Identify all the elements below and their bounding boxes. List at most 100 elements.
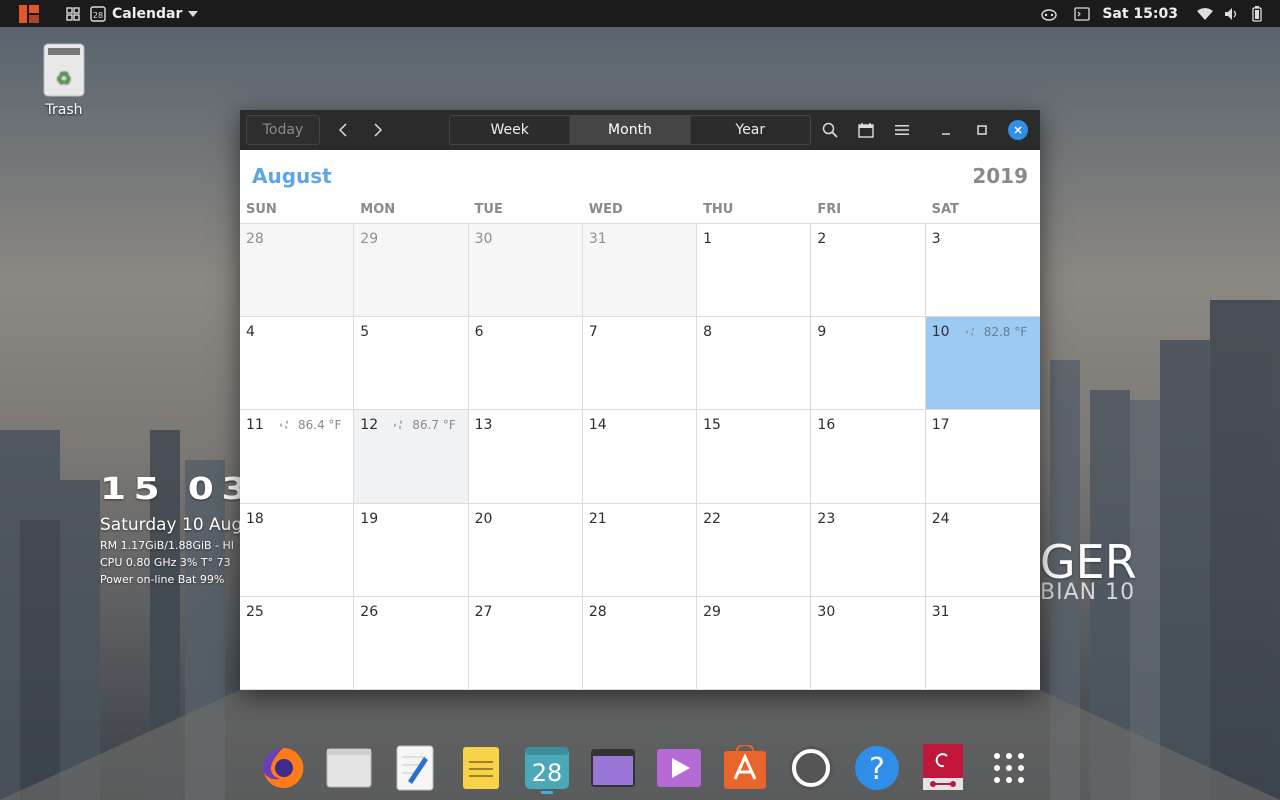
day-number: 27 [474, 603, 493, 620]
dock-help[interactable]: ? [844, 740, 910, 796]
tab-week[interactable]: Week [450, 116, 571, 144]
dock-debian-settings[interactable] [910, 740, 976, 796]
day-cell[interactable]: 24 [925, 503, 1040, 597]
svg-text:♻: ♻ [56, 68, 72, 89]
previous-month-button[interactable] [328, 115, 358, 145]
notes-icon [463, 747, 499, 789]
day-cell[interactable]: 30 [811, 596, 926, 690]
day-cell[interactable]: 30 [468, 224, 583, 318]
day-cell[interactable]: 31 [925, 596, 1040, 690]
close-button[interactable] [1008, 120, 1028, 140]
day-number: 15 [703, 417, 721, 434]
weather-icon[interactable] [1040, 7, 1058, 21]
battery-icon[interactable] [1252, 5, 1262, 22]
day-cell[interactable]: 18 [240, 503, 355, 597]
minimize-icon [942, 133, 950, 135]
tab-month[interactable]: Month [570, 116, 691, 144]
desktop-trash[interactable]: ♻ Trash [30, 42, 98, 118]
wifi-icon[interactable] [1196, 7, 1214, 21]
dock-screenshot[interactable] [580, 740, 646, 796]
calendar-icon [858, 123, 874, 138]
day-cell[interactable]: 28 [240, 224, 355, 318]
day-number: 14 [588, 417, 607, 434]
temperature: 82.8 °F [983, 325, 1028, 340]
day-cell[interactable]: 14 [582, 410, 698, 504]
day-cell[interactable]: 9 [811, 317, 926, 411]
dock-app-grid[interactable] [976, 740, 1042, 796]
day-number: 31 [931, 603, 950, 620]
day-cell[interactable]: 8 [697, 317, 812, 411]
weekday-header: SUN MON TUE WED THU FRI SAT [240, 196, 1040, 224]
day-number: 21 [588, 510, 607, 527]
dock-firefox[interactable] [250, 740, 316, 796]
day-cell[interactable]: 20 [468, 503, 583, 597]
day-cell[interactable]: 31 [582, 224, 698, 318]
day-cell[interactable]: 23 [811, 503, 926, 597]
dock-record[interactable] [778, 740, 844, 796]
day-cell[interactable]: 27 [468, 596, 583, 690]
month-header: August 2019 [240, 150, 1040, 196]
day-cell[interactable]: 29 [354, 224, 469, 318]
day-number: 18 [246, 510, 264, 527]
day-number: 26 [360, 603, 379, 620]
day-cell[interactable]: 12 86.7 °F [354, 410, 469, 504]
terminal-icon[interactable] [1074, 6, 1090, 21]
header-bar: Today Week Month Year [240, 110, 1040, 150]
day-cell[interactable]: 4 [240, 317, 355, 411]
day-number: 25 [246, 603, 264, 620]
conky-power: Power on-line Bat 99% [100, 573, 225, 586]
dock-files[interactable] [316, 740, 382, 796]
day-number: 5 [360, 324, 370, 341]
dock-text-editor[interactable] [382, 740, 448, 796]
day-number: 16 [817, 417, 836, 434]
today-button[interactable]: Today [246, 115, 320, 145]
day-cell[interactable]: 13 [468, 410, 583, 504]
activities-menu-icon[interactable] [0, 0, 58, 27]
dock-video[interactable] [646, 740, 712, 796]
day-cell[interactable]: 17 [925, 410, 1040, 504]
screenshot-icon [591, 749, 635, 787]
day-cell[interactable]: 21 [582, 503, 698, 597]
weekday-label: MON [360, 202, 396, 217]
calendar-management-button[interactable] [848, 115, 884, 145]
dock-notes[interactable] [448, 740, 514, 796]
record-icon [789, 746, 833, 790]
dock-software[interactable] [712, 740, 778, 796]
weather-forecast: 86.4 °F [278, 418, 341, 432]
day-cell[interactable]: 3 [925, 224, 1040, 318]
day-cell[interactable]: 10 82.8 °F [925, 317, 1040, 411]
chevron-down-icon[interactable] [188, 10, 199, 17]
day-cell[interactable]: 26 [354, 596, 469, 690]
tab-year[interactable]: Year [690, 116, 810, 144]
day-cell[interactable]: 29 [697, 596, 812, 690]
dock-calendar[interactable]: 28 [514, 740, 580, 796]
day-cell[interactable]: 25 [240, 596, 355, 690]
day-cell[interactable]: 19 [354, 503, 469, 597]
day-cell[interactable]: 7 [582, 317, 698, 411]
day-number: 4 [246, 324, 255, 341]
app-menu-label[interactable]: Calendar [112, 6, 182, 22]
day-cell[interactable]: 5 [354, 317, 469, 411]
day-cell[interactable]: 2 [811, 224, 926, 318]
search-button[interactable] [812, 115, 848, 145]
minimize-button[interactable] [928, 115, 964, 145]
volume-icon[interactable] [1224, 7, 1240, 21]
day-cell[interactable]: 22 [697, 503, 812, 597]
day-number: 8 [703, 324, 713, 341]
day-cell[interactable]: 1 [697, 224, 812, 318]
app-grid-icon[interactable] [64, 0, 82, 27]
day-cell[interactable]: 28 [582, 596, 698, 690]
day-cell[interactable]: 11 86.4 °F [240, 410, 355, 504]
next-month-button[interactable] [363, 115, 393, 145]
day-cell[interactable]: 6 [468, 317, 583, 411]
day-number: 29 [703, 603, 721, 620]
calendar-app-icon[interactable]: 28 [90, 5, 106, 22]
clock[interactable]: Sat 15:03 [1102, 6, 1178, 22]
main-menu-button[interactable] [884, 115, 920, 145]
day-cell[interactable]: 15 [697, 410, 812, 504]
conky-date: Saturday 10 Aug [100, 515, 243, 535]
maximize-button[interactable] [964, 115, 1000, 145]
day-number: 2 [817, 231, 827, 247]
day-number: 28 [588, 603, 607, 620]
day-cell[interactable]: 16 [811, 410, 926, 504]
